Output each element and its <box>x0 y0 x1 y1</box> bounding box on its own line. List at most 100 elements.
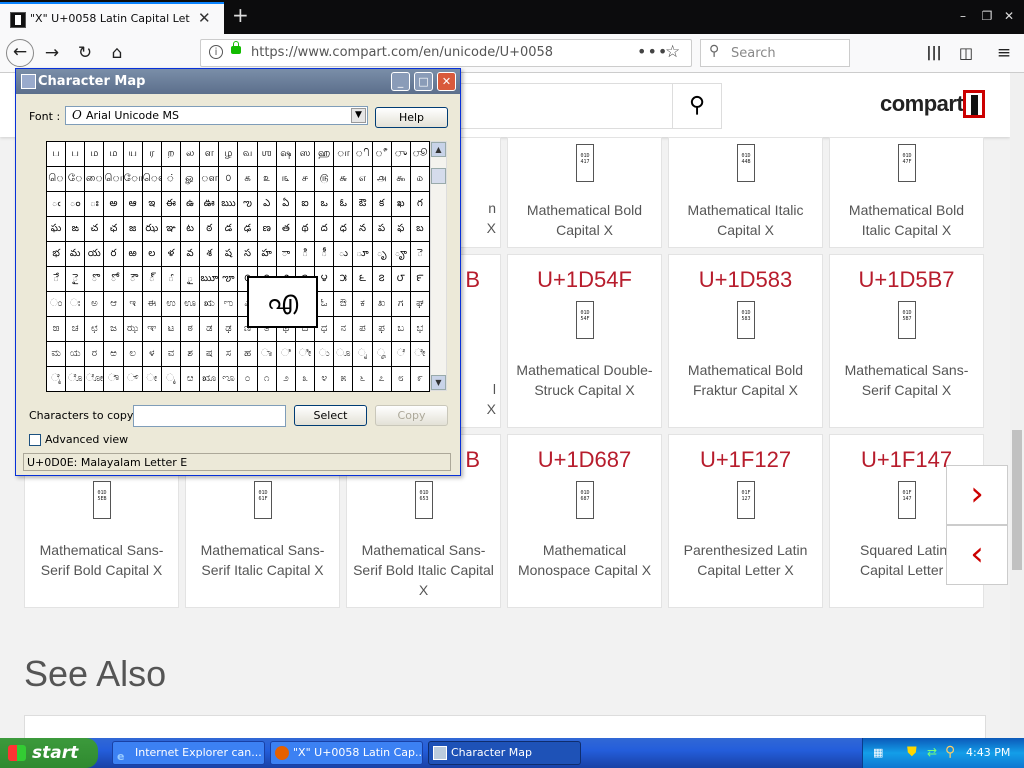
grid-cell[interactable]: ಆ <box>104 292 124 317</box>
grid-cell[interactable]: ః <box>85 192 105 217</box>
grid-cell[interactable]: ப <box>47 142 67 167</box>
grid-cell[interactable]: ె <box>410 242 430 267</box>
grid-cell[interactable]: య <box>85 242 105 267</box>
char-card[interactable]: 01D 44B Mathematical Italic Capital X <box>668 137 823 248</box>
grid-cell[interactable]: ೭ <box>372 367 392 392</box>
grid-scroll-thumb[interactable] <box>431 168 446 184</box>
grid-cell[interactable]: ம <box>85 142 105 167</box>
chars-to-copy-input[interactable] <box>133 405 286 427</box>
grid-scrollbar[interactable]: ▲ ▼ <box>430 141 447 391</box>
grid-cell[interactable]: ಛ <box>85 317 105 342</box>
page-scrollbar-thumb[interactable] <box>1012 430 1022 570</box>
search-tray-icon[interactable]: ⚲ <box>945 744 955 760</box>
grid-cell[interactable]: ౮ <box>391 267 411 292</box>
grid-cell[interactable]: ీ <box>315 242 335 267</box>
grid-cell[interactable]: ఐ <box>295 192 316 217</box>
grid-cell[interactable]: ై <box>66 267 86 292</box>
grid-cell[interactable]: ಳ <box>142 342 162 367</box>
grid-cell[interactable]: ் <box>161 167 182 192</box>
compart-logo[interactable]: compart <box>880 91 964 117</box>
grid-cell[interactable]: ய <box>123 142 143 167</box>
grid-cell[interactable]: ಯ <box>66 342 86 367</box>
grid-cell[interactable]: ೀ <box>295 342 316 367</box>
grid-cell[interactable]: ఓ <box>334 192 354 217</box>
grid-cell[interactable]: ௮ <box>372 167 392 192</box>
grid-cell[interactable]: ఞ <box>161 217 182 242</box>
grid-cell[interactable]: ು <box>315 342 335 367</box>
grid-cell[interactable]: ಫ <box>372 317 392 342</box>
grid-cell[interactable]: ౠ <box>200 267 220 292</box>
grid-cell[interactable]: ఇ <box>142 192 162 217</box>
grid-cell[interactable]: ಇ <box>123 292 143 317</box>
grid-cell[interactable]: ௬ <box>334 167 354 192</box>
grid-cell[interactable]: ಙ <box>47 317 67 342</box>
grid-cell[interactable]: ఘ <box>47 217 67 242</box>
grid-cell[interactable]: థ <box>295 217 316 242</box>
char-card[interactable]: 01D 47F Mathematical Bold Italic Capital… <box>829 137 984 248</box>
grid-cell[interactable]: ಷ <box>200 342 220 367</box>
grid-cell[interactable]: ோ <box>123 167 143 192</box>
grid-cell[interactable]: ಸ <box>219 342 239 367</box>
grid-cell[interactable]: ள <box>200 142 220 167</box>
grid-cell[interactable]: ொ <box>104 167 124 192</box>
grid-cell[interactable]: ఉ <box>181 192 201 217</box>
grid-cell[interactable]: ృ <box>372 242 392 267</box>
grid-cell[interactable]: ௐ <box>181 167 201 192</box>
char-card[interactable]: U+1D687 01D 687 Mathematical Monospace C… <box>507 434 662 608</box>
char-card[interactable]: U+1D54F 01D 54F Mathematical Double-Stru… <box>507 254 662 428</box>
grid-cell[interactable]: ೌ <box>104 367 124 392</box>
grid-cell[interactable]: ೦ <box>238 367 258 392</box>
next-arrow-button[interactable]: › <box>946 465 1008 525</box>
grid-cell[interactable]: ಞ <box>142 317 162 342</box>
grid-cell[interactable]: ೈ <box>47 367 67 392</box>
char-card[interactable]: U+1F127 01F 127 Parenthesized Latin Capi… <box>668 434 823 608</box>
grid-cell[interactable]: ப <box>66 142 86 167</box>
network-icon[interactable]: ⇄ <box>927 745 937 759</box>
grid-cell[interactable]: ௪ <box>295 167 316 192</box>
grid-cell[interactable]: ష <box>219 242 239 267</box>
grid-cell[interactable]: ౬ <box>353 267 373 292</box>
grid-cell[interactable]: ఙ <box>66 217 86 242</box>
grid-cell[interactable]: ల <box>142 242 162 267</box>
grid-cell[interactable]: స <box>238 242 258 267</box>
advanced-view-checkbox[interactable] <box>29 434 41 446</box>
scroll-up-icon[interactable]: ▲ <box>431 142 446 157</box>
cm-maximize-button[interactable]: □ <box>414 72 433 91</box>
grid-cell[interactable]: ೩ <box>295 367 316 392</box>
grid-cell[interactable]: ధ <box>334 217 354 242</box>
grid-cell[interactable]: ವ <box>161 342 182 367</box>
grid-cell[interactable]: ు <box>334 242 354 267</box>
grid-cell[interactable]: ௗ <box>200 167 220 192</box>
bookmark-star-icon[interactable]: ☆ <box>665 42 680 62</box>
menu-icon[interactable]: ≡ <box>990 39 1018 67</box>
grid-cell[interactable]: ್ <box>123 367 143 392</box>
grid-cell[interactable]: ఁ <box>47 192 67 217</box>
grid-cell[interactable]: ௫ <box>315 167 335 192</box>
grid-cell[interactable]: ౭ <box>372 267 392 292</box>
char-card[interactable]: 01D 417 Mathematical Bold Capital X <box>507 137 662 248</box>
grid-cell[interactable]: ி <box>353 142 373 167</box>
grid-cell[interactable]: ಢ <box>219 317 239 342</box>
grid-cell[interactable]: ல <box>181 142 201 167</box>
grid-cell[interactable]: ఠ <box>200 217 220 242</box>
grid-cell[interactable]: ్ <box>142 267 162 292</box>
grid-cell[interactable]: ೧ <box>257 367 277 392</box>
grid-cell[interactable]: ಗ <box>391 292 411 317</box>
grid-cell[interactable]: ಔ <box>334 292 354 317</box>
grid-cell[interactable]: ಕ <box>353 292 373 317</box>
char-card[interactable]: U+1D5B7 01D 5B7 Mathematical Sans-Serif … <box>829 254 984 428</box>
grid-cell[interactable]: శ <box>200 242 220 267</box>
grid-cell[interactable]: ಠ <box>181 317 201 342</box>
grid-cell[interactable]: ొ <box>85 267 105 292</box>
grid-cell[interactable]: ೠ <box>200 367 220 392</box>
prev-arrow-button[interactable]: ‹ <box>946 525 1008 585</box>
grid-cell[interactable]: ೯ <box>410 367 430 392</box>
grid-cell[interactable]: ఫ <box>391 217 411 242</box>
grid-cell[interactable]: ே <box>66 167 86 192</box>
grid-cell[interactable]: ౯ <box>410 267 430 292</box>
page-scrollbar[interactable] <box>1010 73 1024 738</box>
url-text[interactable]: https://www.compart.com/en/unicode/U+005… <box>251 45 553 60</box>
grid-cell[interactable]: ಂ <box>47 292 67 317</box>
grid-cell[interactable]: ௧ <box>238 167 258 192</box>
grid-cell[interactable]: ట <box>181 217 201 242</box>
